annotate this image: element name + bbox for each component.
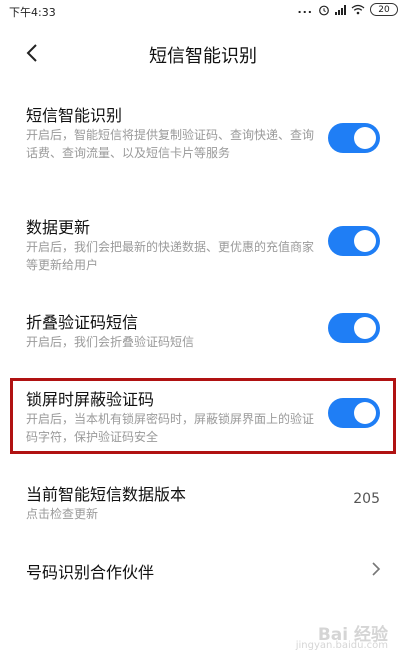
version-description: 点击检查更新 (26, 507, 99, 521)
version-row[interactable]: 当前智能短信数据版本 点击检查更新 205 (0, 481, 406, 525)
status-time: 下午4:33 (9, 6, 56, 19)
setting-row-smart-sms: 短信智能识别 开启后，智能短信将提供复制验证码、查询快递、查询话费、查询流量、以… (0, 102, 406, 182)
toggle-knob (354, 127, 376, 149)
toggle-knob (354, 317, 376, 339)
setting-description: 开启后，当本机有锁屏密码时，屏蔽锁屏界面上的验证码字符，保护验证码安全 (26, 412, 315, 444)
watermark: Bai 经验 jingyan.baidu.com (296, 620, 388, 651)
smart-sms-toggle[interactable] (328, 123, 380, 153)
lockscreen-hide-code-toggle[interactable] (328, 398, 380, 428)
more-dots-icon: ... (297, 3, 313, 16)
setting-row-lockscreen-hide-code: 锁屏时屏蔽验证码 开启后，当本机有锁屏密码时，屏蔽锁屏界面上的验证码字符，保护验… (0, 386, 406, 446)
setting-description: 开启后，我们会折叠验证码短信 (26, 335, 195, 349)
battery-icon: 20 (370, 3, 398, 16)
setting-title: 锁屏时屏蔽验证码 (26, 390, 155, 409)
toggle-knob (354, 402, 376, 424)
page-title: 短信智能识别 (149, 46, 257, 67)
setting-description: 开启后，智能短信将提供复制验证码、查询快递、查询话费、查询流量、以及短信卡片等服… (26, 128, 315, 160)
setting-row-data-update: 数据更新 开启后，我们会把最新的快递数据、更优惠的充值商家等更新给用户 (0, 214, 406, 274)
fold-code-sms-toggle[interactable] (328, 313, 380, 343)
toggle-knob (354, 230, 376, 252)
setting-title: 数据更新 (26, 218, 91, 237)
watermark-url: jingyan.baidu.com (295, 640, 388, 651)
status-icons: ... 20 (297, 3, 398, 16)
status-bar: 下午4:33 ... 20 (0, 0, 406, 22)
setting-row-fold-code-sms: 折叠验证码短信 开启后，我们会折叠验证码短信 (0, 309, 406, 353)
setting-title: 折叠验证码短信 (26, 313, 139, 332)
signal-icon (335, 4, 346, 15)
version-value: 205 (353, 491, 380, 507)
data-update-toggle[interactable] (328, 226, 380, 256)
setting-description: 开启后，我们会把最新的快递数据、更优惠的充值商家等更新给用户 (26, 240, 315, 272)
partner-row[interactable]: 号码识别合作伙伴 (0, 559, 406, 585)
alarm-icon (319, 5, 329, 15)
version-title: 当前智能短信数据版本 (26, 485, 187, 504)
chevron-right-icon (372, 562, 381, 576)
nav-bar: 短信智能识别 (0, 38, 406, 70)
wifi-icon (351, 4, 365, 15)
partner-title: 号码识别合作伙伴 (26, 563, 155, 582)
setting-title: 短信智能识别 (26, 106, 123, 125)
